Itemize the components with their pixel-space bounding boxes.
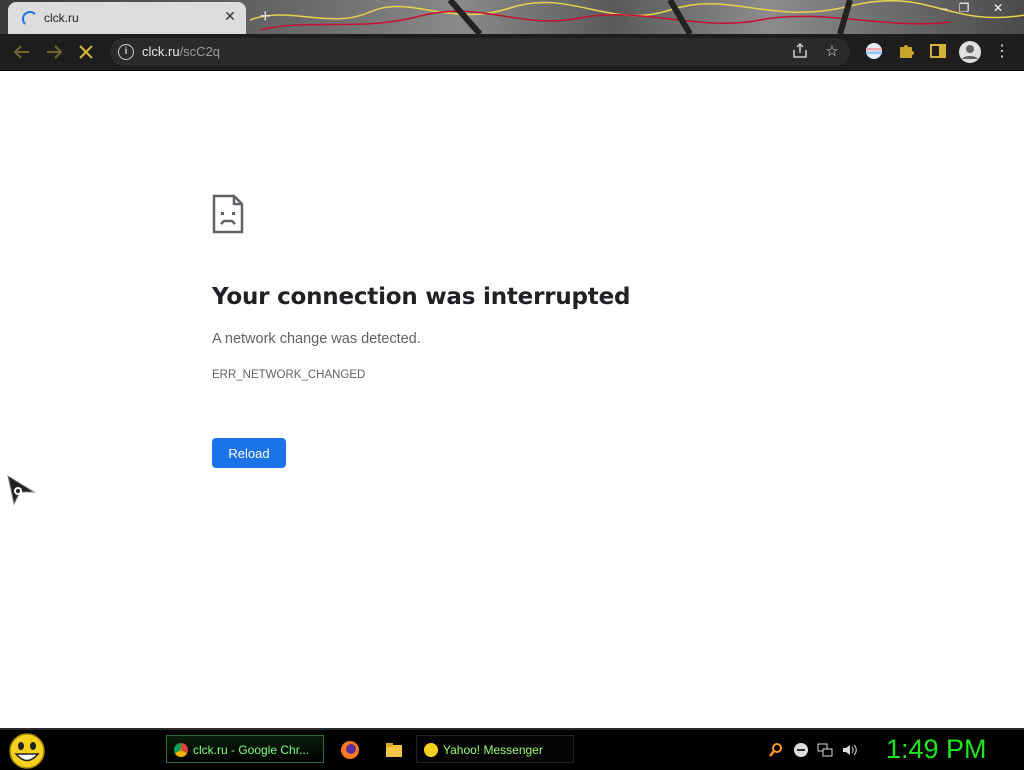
- error-code: ERR_NETWORK_CHANGED: [212, 369, 366, 381]
- tab-close-icon[interactable]: ✕: [222, 8, 238, 24]
- info-icon[interactable]: i: [118, 44, 134, 60]
- tab-title: clck.ru: [44, 11, 79, 25]
- network-icon[interactable]: [817, 742, 833, 758]
- extensions-puzzle-icon[interactable]: [896, 42, 916, 62]
- status-icon[interactable]: [793, 742, 809, 758]
- close-window-button[interactable]: ✕: [984, 0, 1012, 18]
- error-title: Your connection was interrupted: [212, 284, 631, 310]
- profile-extension-icon[interactable]: [864, 42, 884, 62]
- taskbar: clck.ru - Google Chr... Yahoo! Messenger…: [0, 728, 1024, 770]
- volume-icon[interactable]: [841, 742, 857, 758]
- error-description: A network change was detected.: [212, 331, 421, 347]
- address-bar[interactable]: i clck.ru/scC2q ☆: [110, 38, 850, 66]
- taskbar-item-yahoo-messenger[interactable]: Yahoo! Messenger: [416, 735, 574, 763]
- arrow-right-icon: [47, 45, 63, 59]
- browser-toolbar: i clck.ru/scC2q ☆ ⋮: [0, 34, 1024, 71]
- clock[interactable]: 1:49 PM: [886, 734, 987, 765]
- folder-icon[interactable]: [384, 740, 404, 760]
- firefox-icon[interactable]: [340, 740, 360, 760]
- account-icon: [959, 41, 981, 63]
- close-icon: [79, 45, 93, 59]
- taskbar-item-label: Yahoo! Messenger: [443, 743, 543, 757]
- new-tab-button[interactable]: +: [260, 6, 271, 27]
- chrome-icon: [174, 743, 188, 757]
- mouse-cursor-icon: [7, 474, 36, 506]
- back-button[interactable]: [10, 40, 34, 64]
- restore-button[interactable]: ❐: [950, 0, 978, 18]
- theme-background: [250, 0, 1024, 34]
- sad-page-icon: [212, 194, 244, 234]
- forward-button[interactable]: [42, 40, 66, 64]
- tab-strip: clck.ru ✕ + – ❐ ✕: [0, 0, 1024, 34]
- reload-button[interactable]: Reload: [212, 438, 286, 468]
- url-host: clck.ru: [142, 44, 180, 59]
- yahoo-messenger-icon: [424, 743, 438, 757]
- menu-icon[interactable]: ⋮: [992, 42, 1012, 62]
- taskbar-item-chrome[interactable]: clck.ru - Google Chr...: [166, 735, 324, 763]
- loading-spinner-icon: [22, 11, 38, 27]
- tab-active[interactable]: clck.ru ✕: [8, 2, 246, 34]
- stop-button[interactable]: [74, 40, 98, 64]
- side-panel-icon[interactable]: [928, 42, 948, 62]
- bookmark-star-icon[interactable]: ☆: [822, 42, 842, 62]
- taskbar-item-label: clck.ru - Google Chr...: [193, 743, 310, 757]
- arrow-left-icon: [13, 45, 29, 59]
- avatar[interactable]: [958, 40, 982, 64]
- start-button[interactable]: [8, 733, 46, 769]
- url-path: /scC2q: [179, 44, 221, 59]
- search-icon[interactable]: [768, 742, 784, 758]
- url-text[interactable]: clck.ru/scC2q: [142, 44, 220, 59]
- share-icon[interactable]: [790, 42, 810, 62]
